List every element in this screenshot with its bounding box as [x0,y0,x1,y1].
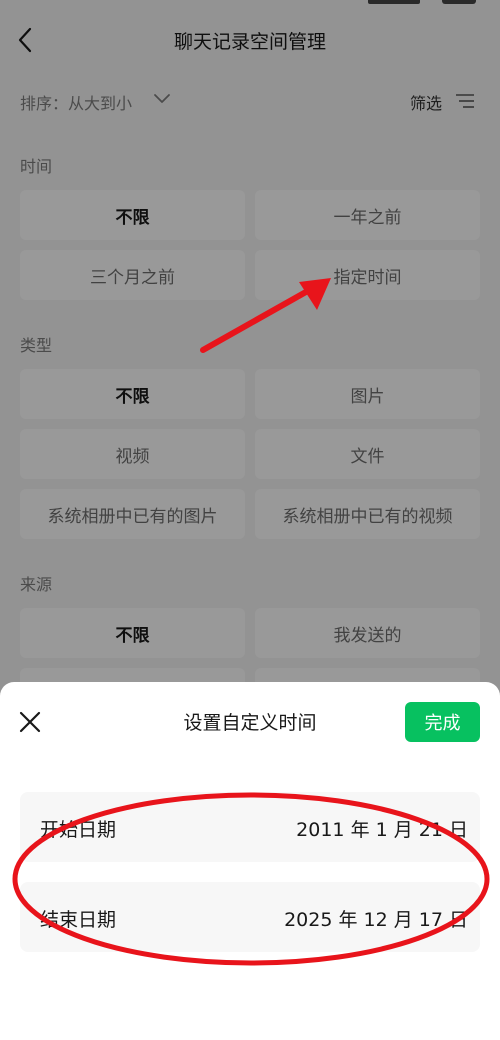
annotation-ellipse [12,792,490,966]
annotation-arrow [200,278,331,353]
done-button[interactable]: 完成 [405,702,480,742]
chat-storage-management-page: 聊天记录空间管理 排序：从大到小 筛选 时间 不限 一年之前 三个月之前 指定时… [0,0,500,1040]
